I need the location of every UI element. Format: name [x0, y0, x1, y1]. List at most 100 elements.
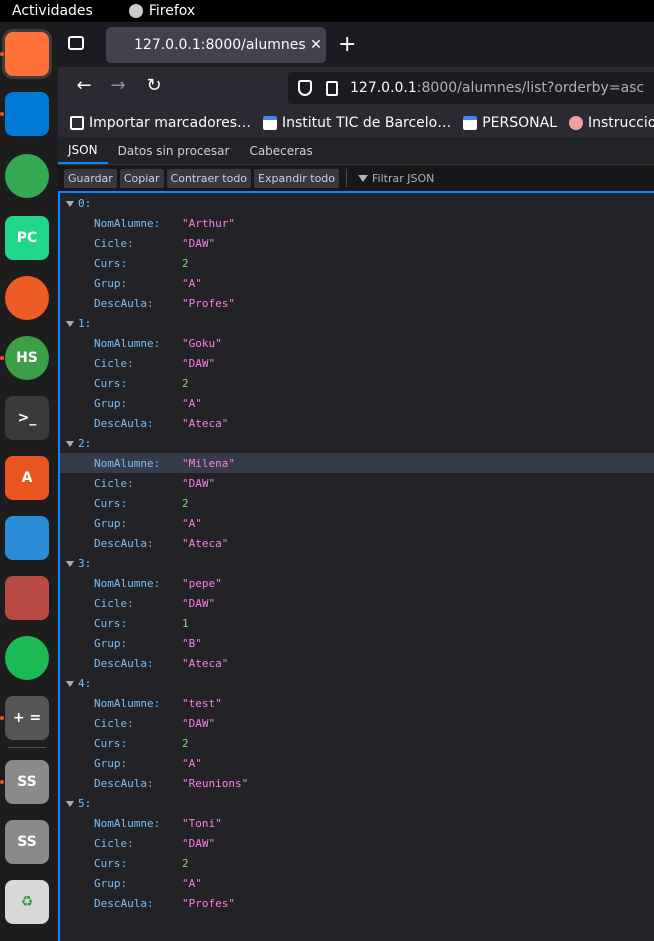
tab-raw-data[interactable]: Datos sin procesar — [108, 137, 240, 164]
filter-json-input[interactable]: Filtrar JSON — [358, 172, 434, 185]
json-field-row[interactable]: DescAula: "Ateca" — [60, 413, 654, 433]
list-all-tabs-icon[interactable] — [68, 36, 84, 50]
expand-all-button[interactable]: Expandir todo — [254, 168, 340, 188]
tab-headers[interactable]: Cabeceras — [239, 137, 322, 164]
filter-placeholder: Filtrar JSON — [372, 171, 435, 185]
app-name: Firefox — [148, 3, 196, 19]
json-index-key: 1: — [60, 317, 91, 330]
json-field-value: "Toni" — [182, 816, 222, 830]
trash-icon[interactable]: ♻ — [5, 880, 49, 924]
json-field-row[interactable]: Curs: 2 — [60, 493, 654, 513]
json-field-row[interactable]: Curs: 2 — [60, 853, 654, 873]
json-field-row[interactable]: DescAula: "Profes" — [60, 893, 654, 913]
json-field-row[interactable]: Cicle: "DAW" — [60, 593, 654, 613]
json-field-row[interactable]: Grup: "A" — [60, 273, 654, 293]
json-object-toggle[interactable]: 2: — [60, 433, 654, 453]
json-field-row[interactable]: Cicle: "DAW" — [60, 233, 654, 253]
writer-icon[interactable] — [5, 516, 49, 560]
close-tab-icon[interactable]: ✕ — [306, 37, 326, 53]
spotify-icon[interactable] — [5, 636, 49, 680]
json-field-key: NomAlumne: — [94, 456, 161, 470]
reload-icon[interactable]: ↻ — [142, 75, 166, 96]
json-field-row[interactable]: NomAlumne: "test" — [60, 693, 654, 713]
json-field-row[interactable]: NomAlumne: "pepe" — [60, 573, 654, 593]
json-field-row[interactable]: Grup: "A" — [60, 513, 654, 533]
json-field-row[interactable]: Curs: 2 — [60, 373, 654, 393]
url-bar[interactable]: 127.0.0.1 :8000/alumnes/list?orderby=asc — [288, 72, 654, 104]
gnome-top-bar: Actividades Firefox — [0, 0, 654, 22]
tracking-protection-icon[interactable] — [298, 80, 312, 96]
json-object-toggle[interactable]: 0: — [60, 193, 654, 213]
forward-icon[interactable]: → — [106, 75, 130, 96]
running-indicator — [0, 716, 4, 720]
json-field-row[interactable]: NomAlumne: "Goku" — [60, 333, 654, 353]
json-field-row[interactable]: Grup: "A" — [60, 393, 654, 413]
bookmark-item[interactable]: Institut TIC de Barcelo… — [263, 115, 451, 131]
json-field-row[interactable]: Curs: 1 — [60, 613, 654, 633]
json-object-toggle[interactable]: 4: — [60, 673, 654, 693]
bookmarks-toolbar: Importar marcadores… Institut TIC de Barc… — [58, 109, 654, 137]
json-field-key: Cicle: — [94, 716, 134, 730]
json-field-key: Cicle: — [94, 836, 134, 850]
page-info-icon[interactable] — [326, 80, 338, 96]
expand-triangle-icon — [66, 680, 74, 687]
json-field-key: DescAula: — [94, 896, 154, 910]
chrome-icon[interactable] — [5, 154, 49, 198]
tab-bar: 127.0.0.1:8000/alumnes/l ✕ + — [58, 22, 654, 67]
hs-label: HS — [16, 350, 38, 366]
bookmark-label: PERSONAL — [482, 115, 558, 131]
active-tab[interactable]: 127.0.0.1:8000/alumnes/l ✕ — [106, 27, 326, 63]
save-button[interactable]: Guardar — [64, 168, 117, 188]
json-field-key: DescAula: — [94, 296, 154, 310]
json-field-row[interactable]: DescAula: "Ateca" — [60, 653, 654, 673]
import-icon — [70, 116, 84, 130]
terminal-icon[interactable]: >_ — [5, 396, 49, 440]
bookmark-item[interactable]: PERSONAL — [463, 115, 557, 131]
bookmark-item[interactable]: Instruccions — [569, 115, 654, 131]
json-field-row[interactable]: NomAlumne: "Milena" — [60, 453, 654, 473]
url-host: 127.0.0.1 — [350, 80, 417, 96]
bookmark-item[interactable]: Importar marcadores… — [70, 115, 251, 131]
json-object-toggle[interactable]: 5: — [60, 793, 654, 813]
json-field-value: 2 — [182, 256, 189, 270]
pycharm-icon[interactable]: PC — [5, 216, 49, 260]
json-object-toggle[interactable]: 3: — [60, 553, 654, 573]
files-icon[interactable] — [5, 576, 49, 620]
json-field-value: "pepe" — [182, 576, 222, 590]
json-field-row[interactable]: Cicle: "DAW" — [60, 473, 654, 493]
json-field-row[interactable]: NomAlumne: "Arthur" — [60, 213, 654, 233]
firefox-icon[interactable] — [5, 32, 49, 76]
json-field-row[interactable]: Curs: 2 — [60, 253, 654, 273]
json-field-row[interactable]: Cicle: "DAW" — [60, 833, 654, 853]
json-field-key: Grup: — [94, 276, 128, 290]
vscode-icon[interactable] — [5, 92, 49, 136]
json-field-row[interactable]: Grup: "A" — [60, 873, 654, 893]
json-field-row[interactable]: DescAula: "Reunions" — [60, 773, 654, 793]
bookmark-label: Institut TIC de Barcelo… — [282, 115, 452, 131]
postman-icon[interactable] — [5, 276, 49, 320]
hs-icon[interactable]: HS — [5, 336, 49, 380]
app-menu[interactable]: Firefox — [128, 3, 196, 19]
copy-button[interactable]: Copiar — [119, 168, 164, 188]
json-field-row[interactable]: Grup: "A" — [60, 753, 654, 773]
expand-triangle-icon — [66, 200, 74, 207]
json-object-toggle[interactable]: 1: — [60, 313, 654, 333]
back-icon[interactable]: ← — [72, 75, 96, 96]
json-field-key: NomAlumne: — [94, 576, 161, 590]
json-field-row[interactable]: Grup: "B" — [60, 633, 654, 653]
json-field-row[interactable]: Cicle: "DAW" — [60, 713, 654, 733]
json-field-row[interactable]: NomAlumne: "Toni" — [60, 813, 654, 833]
tab-json[interactable]: JSON — [58, 137, 108, 164]
json-field-row[interactable]: Curs: 2 — [60, 733, 654, 753]
collapse-all-button[interactable]: Contraer todo — [166, 168, 252, 188]
drive-icon-1[interactable]: SS — [5, 760, 49, 804]
new-tab-button[interactable]: + — [338, 32, 356, 57]
json-field-row[interactable]: DescAula: "Profes" — [60, 293, 654, 313]
app-store-icon[interactable]: A — [5, 456, 49, 500]
json-field-row[interactable]: Cicle: "DAW" — [60, 353, 654, 373]
json-field-row[interactable]: DescAula: "Ateca" — [60, 533, 654, 553]
calculator-icon[interactable]: + = — [5, 696, 49, 740]
json-field-value: "DAW" — [182, 476, 216, 490]
drive-icon-2[interactable]: SS — [5, 820, 49, 864]
activities-button[interactable]: Actividades — [12, 3, 93, 19]
